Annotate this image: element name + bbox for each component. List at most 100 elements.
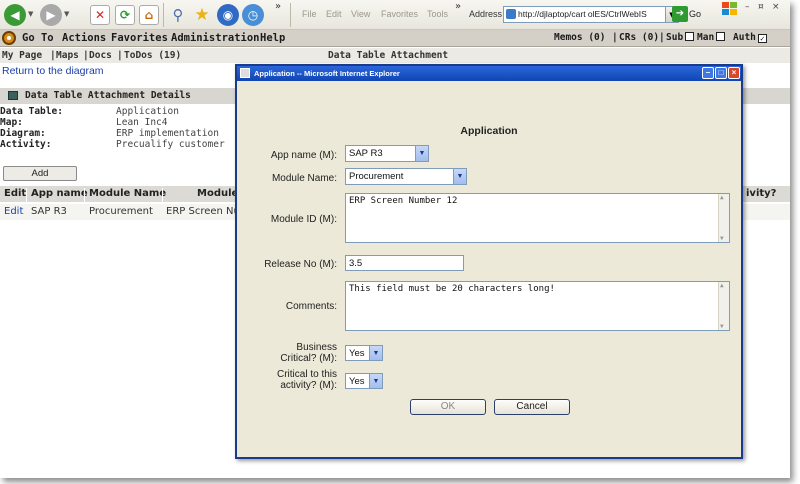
cancel-button[interactable]: Cancel (494, 399, 570, 415)
add-button[interactable]: Add (3, 166, 77, 181)
dialog-title-bar[interactable]: Application -- Microsoft Internet Explor… (237, 66, 741, 81)
business-critical-label: Business Critical? (M): (280, 342, 337, 364)
media-icon[interactable]: ◉ (217, 4, 239, 26)
detail-value: Precualify customer (116, 139, 225, 150)
page-icon (506, 9, 516, 19)
toolbar-divider (290, 3, 291, 27)
column-divider (84, 188, 85, 204)
minimize-icon[interactable]: – (745, 2, 750, 12)
menu-favorites[interactable]: Favorites (381, 9, 418, 19)
restore-icon[interactable]: ¤ (758, 2, 764, 12)
refresh-icon[interactable]: ⟳ (115, 5, 135, 25)
ok-button[interactable]: OK (410, 399, 486, 415)
menu-tools[interactable]: Tools (427, 9, 448, 19)
column-divider (26, 188, 27, 204)
docs-link[interactable]: Docs (89, 50, 112, 61)
app-name-select[interactable]: SAP R3 ▼ (345, 145, 429, 162)
go-button[interactable]: Go (689, 9, 701, 19)
menu-view[interactable]: View (351, 9, 370, 19)
back-dropdown-icon[interactable]: ▼ (28, 10, 33, 18)
table-icon (8, 91, 18, 100)
crs-link[interactable]: CRs (0) (619, 32, 659, 43)
man-label: Man (697, 32, 715, 43)
critical-activity-label-line1: Critical to this (276, 369, 337, 380)
man-checkbox[interactable] (716, 32, 726, 41)
sub-toggle[interactable]: Sub (666, 32, 695, 43)
menu-help[interactable]: Help (260, 32, 285, 44)
column-header: Edit (4, 188, 27, 199)
app-name-value: SAP R3 (349, 148, 383, 159)
memos-link[interactable]: Memos (0) (554, 32, 605, 43)
business-critical-value: Yes (349, 348, 365, 359)
chevron-down-icon[interactable]: ▼ (369, 346, 382, 360)
module-id-textarea[interactable]: ERP Screen Number 12 (345, 193, 730, 243)
sub-checkbox[interactable] (685, 32, 695, 41)
dialog-maximize-icon[interactable]: □ (715, 67, 727, 79)
address-bar[interactable]: http://djlaptop/cart olES/CtrlWebIS (503, 6, 666, 23)
auth-checkbox[interactable]: ✓ (757, 34, 767, 43)
menu-edit[interactable]: Edit (326, 9, 342, 19)
search-icon[interactable]: ⚲ (168, 5, 188, 25)
detail-label: Map: (0, 117, 23, 128)
comments-value: This field must be 20 characters long! (349, 284, 555, 294)
business-critical-label-line2: Critical? (M): (280, 353, 337, 364)
table-cell: SAP R3 (31, 206, 67, 217)
divider: | (659, 32, 665, 43)
favorites-star-icon[interactable]: ★ (192, 5, 212, 25)
sub-label: Sub (666, 32, 684, 43)
menu-goto[interactable]: Go To (22, 32, 54, 44)
maps-link[interactable]: Maps (56, 50, 79, 61)
critical-activity-select[interactable]: Yes ▼ (345, 373, 383, 389)
forward-icon[interactable]: ▶ (40, 4, 62, 26)
menu-administration[interactable]: Administration (171, 32, 260, 44)
comments-label: Comments: (285, 301, 337, 312)
return-to-diagram-link[interactable]: Return to the diagram (2, 65, 104, 77)
dialog-minimize-icon[interactable]: – (702, 67, 714, 79)
detail-value: ERP implementation (116, 128, 219, 139)
man-toggle[interactable]: Man (697, 32, 726, 43)
textarea-scrollbar[interactable] (718, 282, 729, 330)
module-name-select[interactable]: Procurement ▼ (345, 168, 467, 185)
home-icon[interactable]: ⌂ (139, 5, 159, 25)
business-critical-label-line1: Business (296, 342, 337, 353)
critical-activity-value: Yes (349, 376, 365, 387)
menu-file[interactable]: File (302, 9, 317, 19)
module-id-label: Module ID (M): (270, 214, 337, 225)
chevron-down-icon[interactable]: ▼ (369, 374, 382, 388)
dialog-body: Application App name (M): SAP R3 ▼ Modul… (239, 83, 739, 457)
application-dialog: Application -- Microsoft Internet Explor… (235, 64, 743, 459)
chevron-down-icon[interactable]: ▼ (453, 169, 466, 184)
detail-label: Data Table: (0, 106, 63, 117)
history-icon[interactable]: ◷ (242, 4, 264, 26)
textarea-scrollbar[interactable] (718, 194, 729, 242)
critical-activity-label-line2: activity? (M): (280, 380, 337, 391)
auth-label: Auth (733, 32, 756, 43)
todos-link[interactable]: ToDos (19) (124, 50, 181, 61)
app-logo-icon (2, 31, 16, 45)
edit-link[interactable]: Edit (4, 206, 23, 217)
app-name-label: App name (M): (270, 150, 337, 161)
column-header: ivity? (746, 188, 777, 199)
detail-label: Activity: (0, 139, 52, 150)
menu-actions[interactable]: Actions (62, 32, 106, 44)
auth-toggle[interactable]: Auth ✓ (733, 32, 767, 43)
menu-favorites-app[interactable]: Favorites (111, 32, 168, 44)
release-no-input[interactable]: 3.5 (345, 255, 464, 271)
divider: | (50, 50, 56, 61)
menu-overflow-icon[interactable]: » (455, 1, 461, 12)
chevron-down-icon[interactable]: ▼ (415, 146, 428, 161)
go-arrow-icon[interactable]: ➔ (672, 6, 688, 22)
toolbar-overflow-icon[interactable]: » (275, 1, 281, 12)
dialog-close-icon[interactable]: × (728, 67, 740, 79)
module-name-value: Procurement (349, 171, 404, 182)
back-icon[interactable]: ◀ (4, 4, 26, 26)
business-critical-select[interactable]: Yes ▼ (345, 345, 383, 361)
close-icon[interactable]: × (772, 2, 780, 12)
column-header: App name (31, 188, 88, 199)
comments-textarea[interactable]: This field must be 20 characters long! (345, 281, 730, 331)
stop-icon[interactable]: ✕ (90, 5, 110, 25)
forward-dropdown-icon[interactable]: ▼ (64, 10, 69, 18)
my-page-link[interactable]: My Page (2, 50, 42, 61)
toolbar-divider (163, 3, 164, 27)
sub-nav: My Page | Maps | Docs | ToDos (19) Data … (0, 48, 790, 63)
